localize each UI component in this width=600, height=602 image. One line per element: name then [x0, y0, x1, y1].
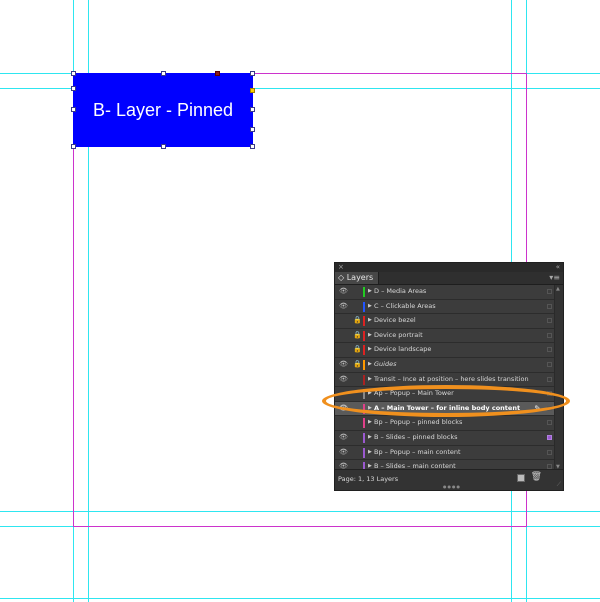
- layer-name: Bp – Popup – pinned blocks: [374, 418, 463, 427]
- panel-footer: Page: 1, 13 Layers ●●●● 🗑 ⟋: [335, 469, 563, 490]
- layer-color-swatch: [363, 287, 365, 297]
- scroll-up-icon[interactable]: ▲: [556, 286, 560, 292]
- selection-square-icon[interactable]: [547, 449, 552, 455]
- layer-color-swatch: [363, 330, 365, 341]
- grip-icon[interactable]: ●●●●: [443, 484, 461, 489]
- layer-row[interactable]: 🔒 ▶ Device portrait: [335, 329, 555, 344]
- layer-color-swatch: [363, 301, 365, 312]
- layers-panel: × « ◇ Layers ▾≡ 👁 ▶ D – Media Areas 👁 ▶ C – C…: [334, 262, 564, 491]
- highlight-ellipse: [322, 385, 570, 417]
- layer-row[interactable]: 👁 ▶ D – Media Areas: [335, 285, 555, 300]
- selection-handle[interactable]: [71, 107, 76, 112]
- selection-handle[interactable]: [250, 127, 255, 132]
- selection-handle[interactable]: [161, 71, 166, 76]
- layer-name: Device landscape: [374, 345, 432, 354]
- layer-name: Device bezel: [374, 316, 416, 325]
- layer-row[interactable]: 👁 ▶ Bp – Popup – main content: [335, 446, 555, 461]
- visibility-eye-icon[interactable]: 👁: [339, 300, 348, 313]
- selection-square-icon[interactable]: [547, 318, 552, 324]
- layer-row[interactable]: 👁 🔒 ▶ Guides: [335, 358, 555, 373]
- layer-row[interactable]: 👁 ▶ B – Slides – pinned blocks: [335, 431, 555, 446]
- layer-list: 👁 ▶ D – Media Areas 👁 ▶ C – Clickable Areas 🔒 ▶…: [335, 285, 555, 475]
- layer-row[interactable]: 👁 ▶ C – Clickable Areas: [335, 300, 555, 315]
- panel-tab-row: ◇ Layers ▾≡: [335, 272, 563, 285]
- layer-name: C – Clickable Areas: [374, 301, 436, 310]
- corner-options-handle[interactable]: [250, 88, 255, 93]
- layer-color-swatch: [363, 374, 365, 385]
- tab-layers[interactable]: ◇ Layers: [335, 272, 380, 284]
- selection-handle[interactable]: [71, 71, 76, 76]
- expand-triangle-icon[interactable]: ▶: [368, 314, 372, 327]
- panel-title-bar[interactable]: × «: [335, 263, 563, 272]
- expand-triangle-icon[interactable]: ▶: [368, 343, 372, 356]
- layer-color-swatch: [363, 345, 365, 356]
- expand-triangle-icon[interactable]: ▶: [368, 431, 372, 444]
- selection-square-icon[interactable]: [547, 289, 552, 294]
- resize-grip-icon[interactable]: ⟋: [557, 481, 561, 489]
- pinned-text-frame[interactable]: B- Layer - Pinned: [73, 73, 253, 147]
- visibility-eye-icon[interactable]: 👁: [339, 373, 348, 386]
- layer-row[interactable]: 🔒 ▶ Device bezel: [335, 314, 555, 329]
- selection-square-icon[interactable]: [547, 303, 552, 309]
- layer-color-swatch: [363, 447, 365, 458]
- lock-icon[interactable]: 🔒: [353, 343, 362, 356]
- layer-name: D – Media Areas: [374, 287, 427, 295]
- new-layer-icon[interactable]: [517, 474, 525, 482]
- expand-triangle-icon[interactable]: ▶: [368, 358, 372, 371]
- expand-triangle-icon[interactable]: ▶: [368, 285, 372, 298]
- selection-square-icon[interactable]: [547, 434, 552, 440]
- selection-handle[interactable]: [71, 86, 76, 91]
- layer-color-swatch: [363, 316, 365, 327]
- selection-square-icon[interactable]: [547, 332, 552, 338]
- layer-list-scrollbar[interactable]: ▲ ▼: [554, 285, 563, 471]
- visibility-eye-icon[interactable]: 👁: [339, 285, 348, 298]
- layer-count-status: Page: 1, 13 Layers: [338, 475, 399, 483]
- lock-icon[interactable]: 🔒: [353, 358, 362, 371]
- trash-icon[interactable]: 🗑: [531, 472, 542, 482]
- selection-handle[interactable]: [250, 107, 255, 112]
- layer-color-swatch: [363, 432, 365, 443]
- selection-square-icon[interactable]: [547, 347, 552, 353]
- expand-triangle-icon[interactable]: ▶: [368, 416, 372, 429]
- layer-row[interactable]: 🔒 ▶ Device landscape: [335, 343, 555, 358]
- selection-handle[interactable]: [250, 71, 255, 76]
- expand-triangle-icon[interactable]: ▶: [368, 300, 372, 313]
- selection-handle[interactable]: [250, 144, 255, 149]
- expand-triangle-icon[interactable]: ▶: [368, 446, 372, 459]
- visibility-eye-icon[interactable]: 👁: [339, 358, 348, 371]
- expand-triangle-icon[interactable]: ▶: [368, 329, 372, 342]
- layer-name: Bp – Popup – main content: [374, 447, 461, 456]
- expand-triangle-icon[interactable]: ▶: [368, 373, 372, 386]
- layer-name: Transit – Ince at position – here slides…: [374, 374, 529, 383]
- layer-name: B – Slides – pinned blocks: [374, 432, 458, 441]
- selection-square-icon[interactable]: [547, 376, 552, 382]
- anchor-marker[interactable]: [215, 71, 220, 76]
- selection-handle[interactable]: [71, 144, 76, 149]
- visibility-eye-icon[interactable]: 👁: [339, 446, 348, 459]
- panel-menu-icon[interactable]: ▾≡: [549, 272, 560, 284]
- horizontal-guide[interactable]: [0, 598, 600, 599]
- lock-icon[interactable]: 🔒: [353, 314, 362, 327]
- collapse-icon[interactable]: «: [556, 263, 560, 272]
- selection-handle[interactable]: [161, 144, 166, 149]
- visibility-eye-icon[interactable]: 👁: [339, 431, 348, 444]
- layer-color-swatch: [363, 418, 365, 429]
- tab-label: Layers: [346, 273, 374, 282]
- selection-square-icon[interactable]: [547, 361, 552, 367]
- layer-name: Device portrait: [374, 330, 423, 339]
- layer-row[interactable]: ▶ Bp – Popup – pinned blocks: [335, 416, 555, 431]
- layer-color-swatch: [363, 359, 365, 370]
- tab-cycle-icon: ◇: [338, 273, 345, 282]
- layer-name: Guides: [374, 359, 397, 368]
- close-icon[interactable]: ×: [338, 263, 344, 272]
- frame-label[interactable]: B- Layer - Pinned: [93, 100, 233, 121]
- selection-square-icon[interactable]: [547, 420, 552, 426]
- lock-icon[interactable]: 🔒: [353, 329, 362, 342]
